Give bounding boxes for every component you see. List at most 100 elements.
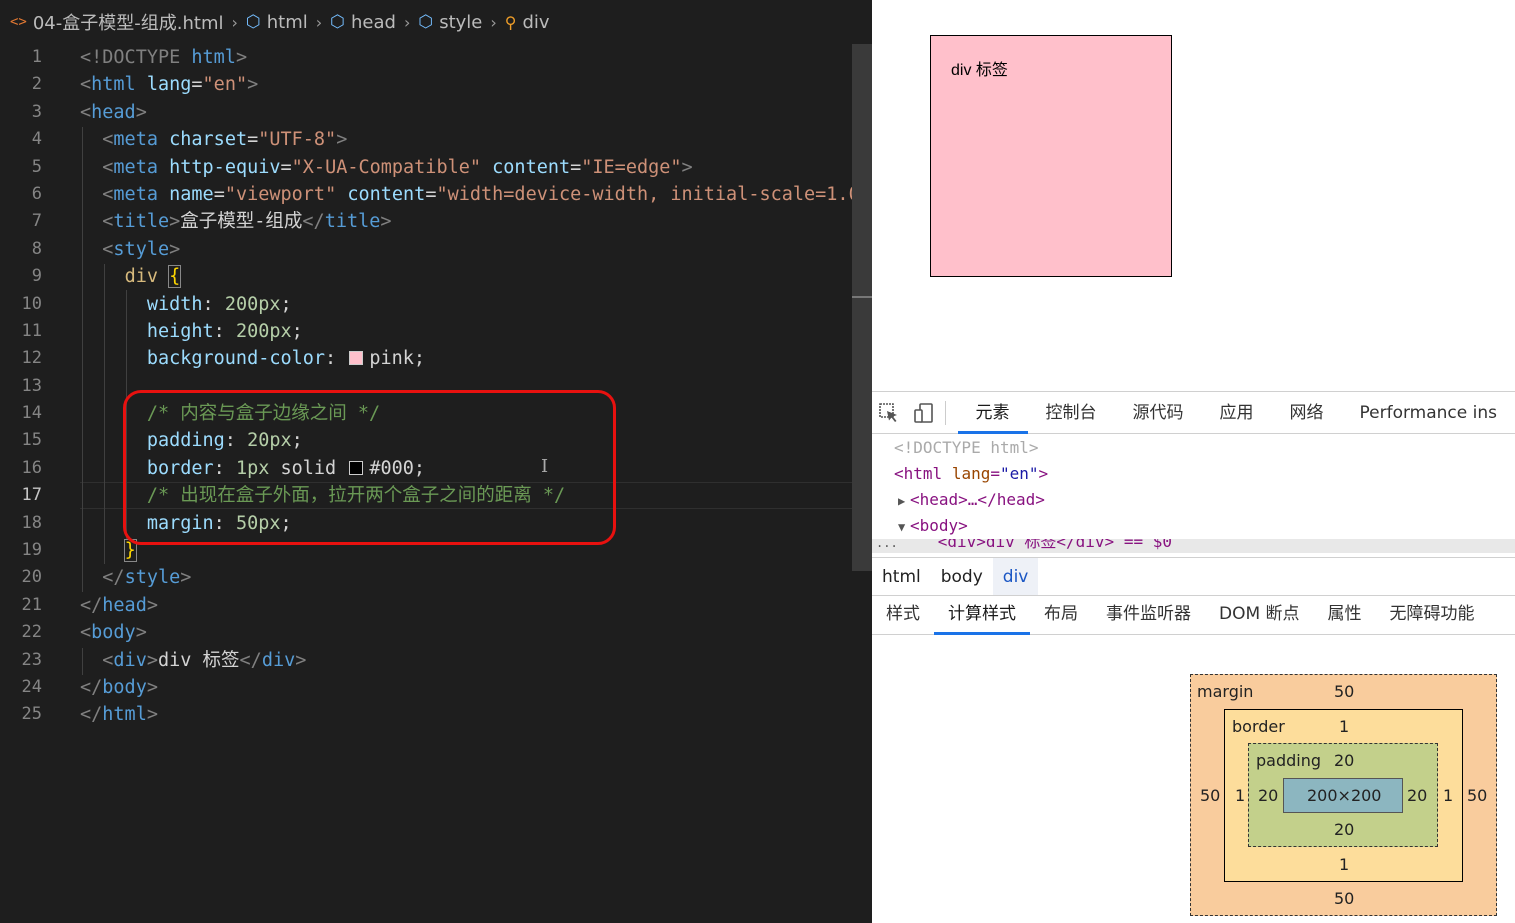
div-text: div 标签 xyxy=(951,62,1008,79)
token: html xyxy=(191,47,236,68)
code-line: 9 div { xyxy=(0,263,852,290)
box-model-diagram: margin 50 50 50 50 border 1 1 1 1 paddin… xyxy=(1190,674,1497,916)
padding-bottom-value[interactable]: 20 xyxy=(1334,820,1354,839)
token: meta xyxy=(113,129,158,151)
padding-top-value[interactable]: 20 xyxy=(1334,751,1354,770)
cube-icon: ⬡ xyxy=(330,12,345,32)
dom-node-div-selected[interactable]: ... <div>div 标签</div> == $0 xyxy=(872,539,1515,553)
code-editor[interactable]: <> 04-盒子模型-组成.html › ⬡ html › ⬡ head › ⬡… xyxy=(0,0,872,923)
breadcrumb-head[interactable]: ⬡ head xyxy=(330,12,396,33)
code-line: 22 <body> xyxy=(0,619,852,646)
tab-accessibility[interactable]: 无障碍功能 xyxy=(1376,595,1489,635)
line-number: 16 xyxy=(21,457,42,478)
line-number: 3 xyxy=(31,101,42,122)
token: body xyxy=(102,676,147,698)
tab-computed[interactable]: 计算样式 xyxy=(934,595,1030,635)
token: "en" xyxy=(202,74,248,96)
dom-node-doctype[interactable]: <!DOCTYPE html> xyxy=(872,435,1515,461)
tab-elements[interactable]: 元素 xyxy=(957,392,1028,434)
editor-scrollbar[interactable] xyxy=(852,44,872,923)
tab-console[interactable]: 控制台 xyxy=(1028,392,1115,434)
chevron-right-icon: › xyxy=(231,12,238,32)
token: "X-UA-Compatible" xyxy=(291,156,482,178)
token: charset xyxy=(169,129,248,151)
code-line: 10 width: 200px; xyxy=(0,291,852,318)
expand-arrow-icon[interactable]: ▶ xyxy=(898,488,910,514)
border-bottom-value[interactable]: 1 xyxy=(1339,855,1349,874)
browser-window: div 标签 元素 控制台 源代码 应用 网络 Performance ins … xyxy=(872,0,1515,923)
tab-sources[interactable]: 源代码 xyxy=(1115,392,1202,434)
tab-dom-breakpoints[interactable]: DOM 断点 xyxy=(1205,595,1314,635)
token: meta xyxy=(113,183,158,205)
scrollbar-thumb[interactable] xyxy=(852,44,872,571)
breadcrumb-div[interactable]: ⚲ div xyxy=(505,12,550,33)
token: background-color xyxy=(146,348,326,370)
breadcrumb-style[interactable]: ⬡ style xyxy=(418,12,482,33)
more-dots-icon[interactable]: ... xyxy=(876,539,898,550)
code-line: 2 <html lang="en"> xyxy=(0,71,852,98)
path-html[interactable]: html xyxy=(872,558,931,596)
border-label: border xyxy=(1232,717,1285,736)
margin-left-value[interactable]: 50 xyxy=(1200,786,1220,805)
dom-tree[interactable]: <!DOCTYPE html> <html lang="en"> ▶ <head>… xyxy=(872,435,1515,555)
code-line: 20 </style> xyxy=(0,564,852,591)
line-number: 15 xyxy=(21,430,42,451)
dom-path-bar: html body div xyxy=(872,557,1515,596)
line-number: 10 xyxy=(21,293,42,314)
dom-node-html[interactable]: <html lang="en"> xyxy=(872,461,1515,487)
border-left-value[interactable]: 1 xyxy=(1235,786,1245,805)
tab-network[interactable]: 网络 xyxy=(1272,392,1342,434)
token: body xyxy=(91,622,136,644)
dom-node-head[interactable]: ▶ <head>…</head> xyxy=(872,487,1515,513)
margin-right-value[interactable]: 50 xyxy=(1467,786,1487,805)
breadcrumb-html[interactable]: ⬡ html xyxy=(246,12,308,33)
html-file-icon: <> xyxy=(10,14,27,30)
line-number: 13 xyxy=(21,375,42,396)
text-cursor-icon: I xyxy=(541,456,549,477)
code-line: 6 <meta name="viewport" content="width=d… xyxy=(0,181,871,208)
margin-bottom-value[interactable]: 50 xyxy=(1334,889,1354,908)
line-number: 25 xyxy=(21,704,42,725)
border-top-value[interactable]: 1 xyxy=(1339,717,1349,736)
line-number: 1 xyxy=(31,47,42,67)
scrollbar-marker xyxy=(852,296,872,298)
code-line: 1 <!DOCTYPE html> xyxy=(0,44,852,71)
code-line: 7 <title>盒子模型-组成</title> xyxy=(0,208,852,235)
path-body[interactable]: body xyxy=(931,558,993,596)
line-number: 23 xyxy=(21,649,42,670)
color-swatch[interactable] xyxy=(349,351,364,366)
code-line: 25 </html> xyxy=(0,701,852,728)
padding-left-value[interactable]: 20 xyxy=(1258,786,1278,805)
margin-top-value[interactable]: 50 xyxy=(1334,682,1354,701)
line-number: 14 xyxy=(21,403,42,424)
inspect-element-icon[interactable] xyxy=(872,392,906,434)
cube-icon: ⬡ xyxy=(245,12,261,32)
collapse-arrow-icon[interactable]: ▼ xyxy=(898,514,910,540)
device-toolbar-icon[interactable] xyxy=(906,392,940,434)
code-area[interactable]: 1 <!DOCTYPE html> 2 <html lang="en"> 3 <hea… xyxy=(0,44,871,729)
page-preview: div 标签 xyxy=(872,0,1515,391)
token: title xyxy=(324,211,381,233)
token: div xyxy=(124,266,158,288)
border-right-value[interactable]: 1 xyxy=(1443,786,1453,805)
token: meta xyxy=(113,156,158,178)
path-div[interactable]: div xyxy=(992,557,1039,596)
token: content xyxy=(492,156,571,178)
dom-node-body[interactable]: ▼ <body> xyxy=(872,513,1515,539)
tab-event-listeners[interactable]: 事件监听器 xyxy=(1092,595,1205,635)
content-size-value[interactable]: 200×200 xyxy=(1307,786,1381,805)
tab-properties[interactable]: 属性 xyxy=(1314,595,1376,635)
token: 200px xyxy=(235,320,292,342)
token: content xyxy=(347,183,426,205)
breadcrumb-file[interactable]: <> 04-盒子模型-组成.html xyxy=(10,9,223,35)
line-number: 19 xyxy=(21,540,42,561)
tab-layout[interactable]: 布局 xyxy=(1030,595,1092,635)
chevron-right-icon: › xyxy=(490,12,497,32)
tab-application[interactable]: 应用 xyxy=(1202,392,1272,434)
tab-performance[interactable]: Performance ins xyxy=(1342,392,1515,434)
devtools-panel: 元素 控制台 源代码 应用 网络 Performance ins <!DOCTY… xyxy=(872,391,1515,923)
line-number: 8 xyxy=(31,238,42,259)
padding-right-value[interactable]: 20 xyxy=(1407,786,1427,805)
tab-styles[interactable]: 样式 xyxy=(872,595,934,635)
toolbar-divider xyxy=(944,400,946,425)
